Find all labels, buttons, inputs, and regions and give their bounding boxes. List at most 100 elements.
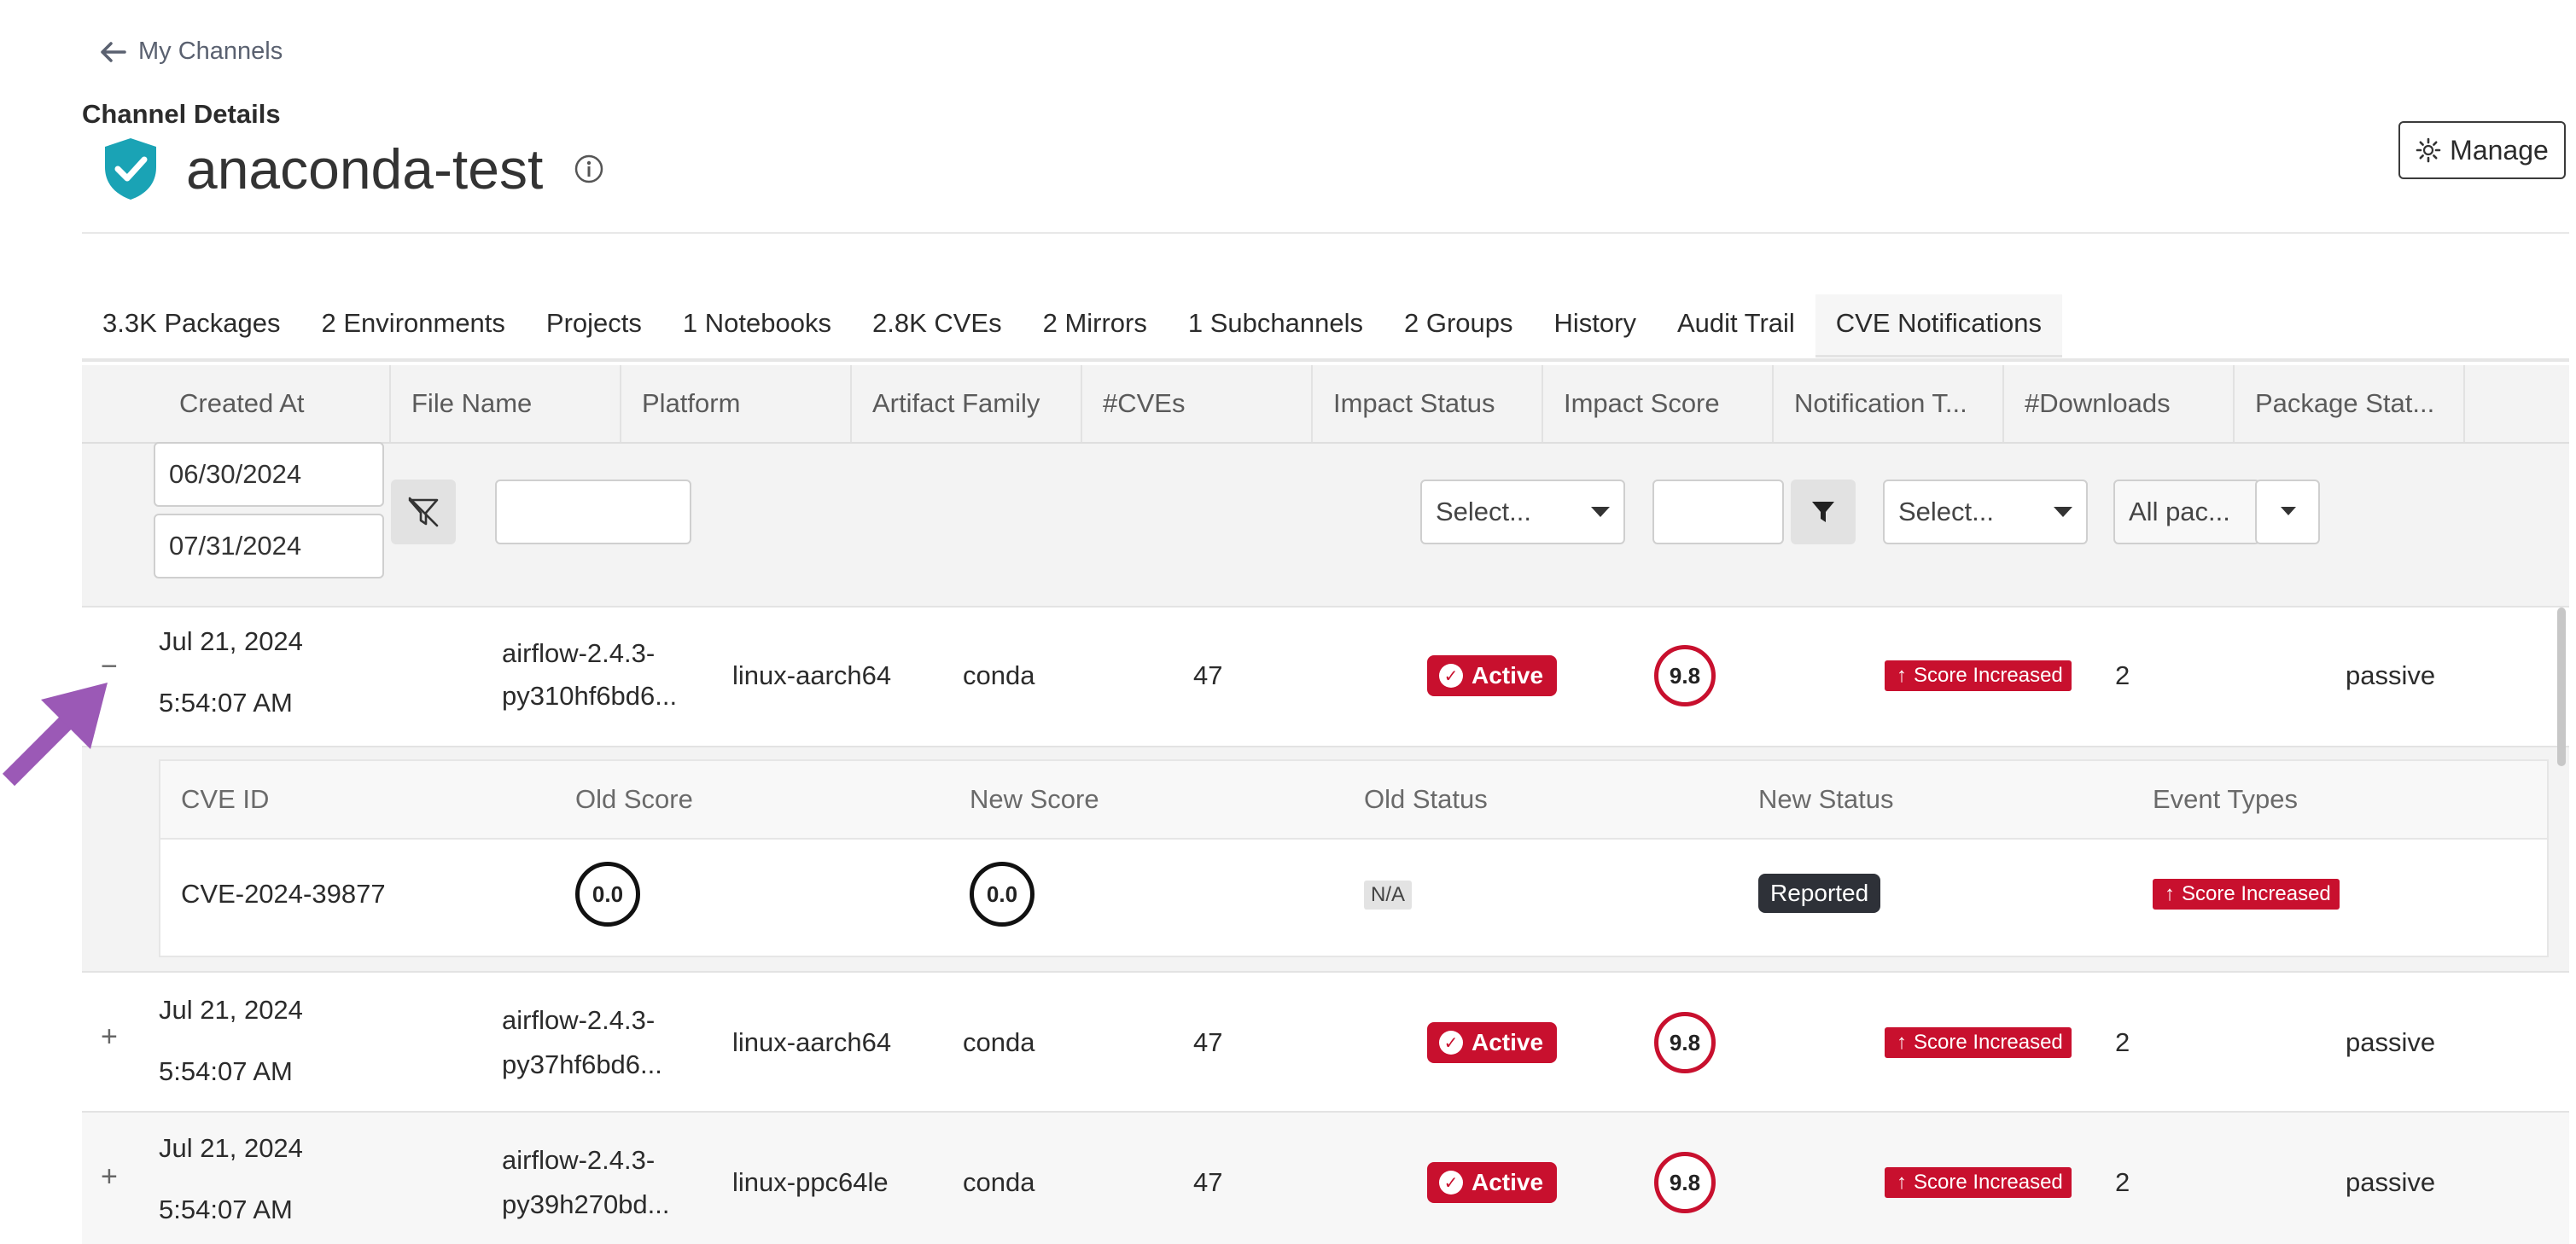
impact-score-filter-button[interactable] (1791, 480, 1856, 544)
file-name-filter-input[interactable] (495, 480, 691, 544)
notification-type-label: Score Increased (1914, 1031, 2063, 1054)
tab-subchannels[interactable]: 1 Subchannels (1168, 294, 1384, 358)
arrow-up-icon: ↑ (1897, 1031, 1907, 1054)
table-row[interactable]: + Jul 21, 2024 5:54:07 AM airflow-2.4.3-… (82, 1113, 2569, 1244)
expand-row-toggle[interactable]: + (101, 1160, 118, 1194)
event-type-badge: ↑ Score Increased (2153, 879, 2340, 910)
tab-cves[interactable]: 2.8K CVEs (852, 294, 1023, 358)
clear-date-filter-button[interactable] (391, 480, 456, 544)
tab-groups[interactable]: 2 Groups (1384, 294, 1534, 358)
table-header: Created At File Name Platform Artifact F… (82, 365, 2569, 444)
filter-clear-icon (408, 497, 439, 527)
shield-check-icon (105, 138, 156, 200)
old-status-badge: N/A (1364, 881, 1413, 910)
expand-row-toggle[interactable]: + (101, 1020, 118, 1054)
package-status-select-value: All pac... (2129, 497, 2230, 526)
caret-down-icon (2054, 507, 2072, 517)
arrow-left-icon (101, 41, 126, 62)
expand-column-header (82, 365, 159, 442)
artifact-family-value: conda (963, 1167, 1035, 1197)
check-circle-icon: ✓ (1439, 1031, 1463, 1055)
check-circle-icon: ✓ (1439, 1171, 1463, 1195)
table-row[interactable]: + Jul 21, 2024 5:54:07 AM airflow-2.4.3-… (82, 973, 2569, 1113)
detail-header-old-status: Old Status (1364, 784, 1488, 814)
vertical-scrollbar[interactable] (2557, 607, 2566, 766)
column-header-file-name[interactable]: File Name (389, 365, 620, 442)
section-label: Channel Details (82, 99, 281, 129)
manage-button-label[interactable]: Manage (2450, 135, 2549, 166)
column-header-impact-status[interactable]: Impact Status (1311, 365, 1542, 442)
column-header-cves[interactable]: #CVEs (1081, 365, 1311, 442)
tab-packages[interactable]: 3.3K Packages (82, 294, 301, 358)
detail-header-new-status: New Status (1758, 784, 1894, 814)
created-at-date: Jul 21, 2024 (159, 1133, 303, 1163)
impact-status-select[interactable]: Select... (1420, 480, 1625, 544)
notification-type-select[interactable]: Select... (1883, 480, 2088, 544)
new-score-circle: 0.0 (970, 862, 1034, 927)
back-link[interactable]: My Channels (99, 38, 283, 66)
check-circle-icon: ✓ (1439, 664, 1463, 688)
package-status-select[interactable]: All pac... (2113, 480, 2260, 544)
tab-notebooks[interactable]: 1 Notebooks (662, 294, 852, 358)
filter-icon (1812, 502, 1834, 522)
column-header-impact-score[interactable]: Impact Score (1542, 365, 1772, 442)
tab-history[interactable]: History (1534, 294, 1657, 358)
page-title: anaconda-test (186, 137, 544, 201)
info-icon[interactable] (574, 154, 604, 184)
file-name-line2: py37hf6bd6... (502, 1049, 662, 1079)
created-at-date: Jul 21, 2024 (159, 626, 303, 656)
package-status-dropdown-button[interactable] (2255, 480, 2320, 544)
cve-notifications-table: Created At File Name Platform Artifact F… (82, 365, 2569, 1244)
created-at-time: 5:54:07 AM (159, 1056, 293, 1086)
gear-icon (2416, 137, 2441, 163)
tab-audit-trail[interactable]: Audit Trail (1657, 294, 1815, 358)
detail-header-event-types: Event Types (2153, 784, 2299, 814)
manage-button[interactable]: Manage (2398, 121, 2566, 179)
impact-score-circle: 9.8 (1654, 1012, 1716, 1073)
column-header-package-status[interactable]: Package Stat... (2233, 365, 2463, 442)
cve-id-value: CVE-2024-39877 (181, 879, 386, 909)
notification-type-badge: ↑ Score Increased (1885, 1027, 2072, 1058)
impact-score-filter-input[interactable] (1652, 480, 1784, 544)
column-header-downloads[interactable]: #Downloads (2002, 365, 2233, 442)
impact-status-label: Active (1472, 1169, 1544, 1195)
column-header-notification-type[interactable]: Notification T... (1772, 365, 2002, 442)
impact-status-badge: ✓ Active (1427, 1022, 1558, 1063)
platform-value: linux-aarch64 (732, 660, 892, 690)
divider (82, 232, 2569, 234)
file-name-line1: airflow-2.4.3- (502, 638, 656, 668)
file-name-line2: py310hf6bd6... (502, 681, 678, 711)
impact-score-circle: 9.8 (1654, 645, 1716, 706)
tab-projects[interactable]: Projects (526, 294, 662, 358)
column-header-extra (2463, 365, 2569, 442)
tab-bar: 3.3K Packages 2 Environments Projects 1 … (82, 294, 2063, 358)
downloads-count: 2 (2115, 660, 2130, 690)
tab-mirrors[interactable]: 2 Mirrors (1023, 294, 1168, 358)
filter-row: 06/30/2024 07/31/2024 Select... Select..… (82, 442, 2569, 607)
detail-header-cve-id: CVE ID (181, 784, 270, 814)
tab-cve-notifications[interactable]: CVE Notifications (1815, 294, 2063, 358)
notification-type-badge: ↑ Score Increased (1885, 660, 2072, 691)
table-row[interactable]: − Jul 21, 2024 5:54:07 AM airflow-2.4.3-… (82, 607, 2569, 747)
annotation-arrow (2, 683, 108, 787)
column-header-artifact-family[interactable]: Artifact Family (850, 365, 1081, 442)
column-header-created-at[interactable]: Created At (159, 365, 389, 442)
new-status-badge: Reported (1758, 874, 1881, 913)
cve-detail-table: CVE ID Old Score New Score Old Status Ne… (159, 759, 2549, 957)
back-link-label[interactable]: My Channels (138, 38, 283, 66)
package-status-value: passive (2346, 660, 2436, 690)
date-to-input[interactable]: 07/31/2024 (154, 514, 384, 578)
impact-status-label: Active (1472, 662, 1544, 689)
artifact-family-value: conda (963, 1027, 1035, 1057)
tab-underline (82, 358, 2569, 362)
tab-environments[interactable]: 2 Environments (301, 294, 526, 358)
cves-count: 47 (1193, 1027, 1223, 1057)
notification-type-label: Score Increased (1914, 664, 2063, 687)
platform-value: linux-aarch64 (732, 1027, 892, 1057)
column-header-platform[interactable]: Platform (620, 365, 850, 442)
package-status-value: passive (2346, 1027, 2436, 1057)
cve-detail-header: CVE ID Old Score New Score Old Status Ne… (160, 761, 2547, 840)
notification-type-label: Score Increased (1914, 1171, 2063, 1194)
date-from-input[interactable]: 06/30/2024 (154, 442, 384, 507)
downloads-count: 2 (2115, 1167, 2130, 1197)
